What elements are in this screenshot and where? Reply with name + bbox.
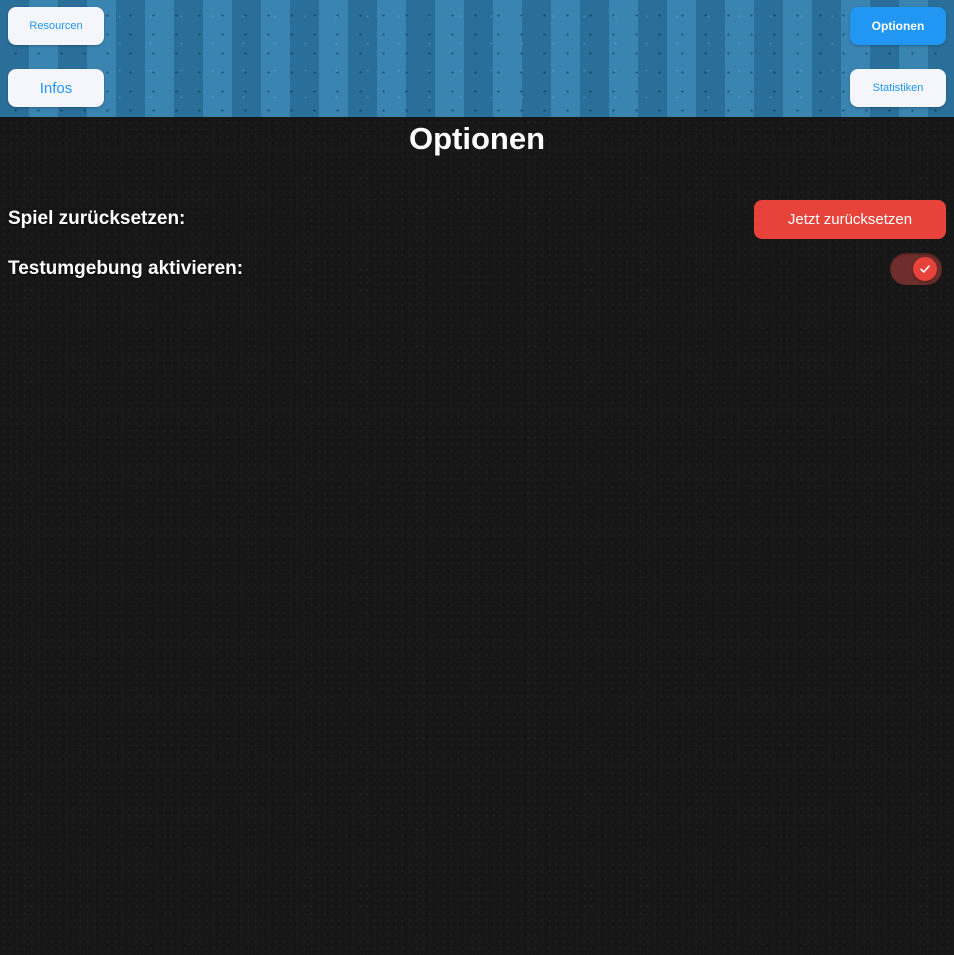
toggle-knob — [913, 257, 937, 281]
reset-now-button[interactable]: Jetzt zurücksetzen — [754, 200, 946, 239]
app-window: Resourcen Infos Optionen Statistiken Opt… — [0, 0, 954, 955]
options-button[interactable]: Optionen — [850, 7, 946, 45]
reset-game-label: Spiel zurücksetzen: — [8, 208, 186, 229]
page-title: Optionen — [408, 121, 546, 156]
test-environment-label: Testumgebung aktivieren: — [8, 258, 244, 279]
resources-button[interactable]: Resourcen — [8, 7, 104, 45]
info-button[interactable]: Infos — [8, 69, 104, 107]
statistics-button[interactable]: Statistiken — [850, 69, 946, 107]
header-banner: Resourcen Infos Optionen Statistiken — [0, 0, 954, 117]
checkmark-icon — [920, 265, 930, 273]
test-environment-toggle[interactable] — [890, 253, 942, 285]
